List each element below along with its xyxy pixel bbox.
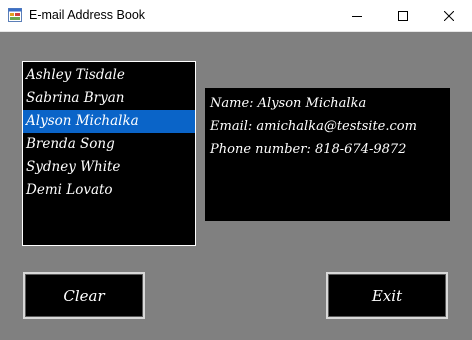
window-title: E-mail Address Book <box>29 8 146 22</box>
list-item-sabrina-bryan[interactable]: Sabrina Bryan <box>23 87 195 110</box>
contact-phone: Phone number: 818-674-9872 <box>210 142 407 157</box>
contacts-listbox[interactable]: Ashley Tisdale Sabrina Bryan Alyson Mich… <box>22 61 196 246</box>
contact-name: Name: Alyson Michalka <box>210 96 367 111</box>
list-item-brenda-song[interactable]: Brenda Song <box>23 133 195 156</box>
maximize-icon <box>398 11 408 21</box>
close-icon <box>444 11 454 21</box>
contact-details-panel: Name: Alyson Michalka Email: amichalka@t… <box>205 88 450 221</box>
minimize-icon <box>352 16 362 17</box>
list-item-alyson-michalka[interactable]: Alyson Michalka <box>23 110 195 133</box>
maximize-button[interactable] <box>380 0 426 32</box>
close-button[interactable] <box>426 0 472 32</box>
contact-email: Email: amichalka@testsite.com <box>210 119 417 134</box>
minimize-button[interactable] <box>334 0 380 32</box>
list-item-demi-lovato[interactable]: Demi Lovato <box>23 179 195 202</box>
app-icon <box>8 8 22 22</box>
clear-button[interactable]: Clear <box>23 272 145 319</box>
title-bar[interactable]: E-mail Address Book <box>0 0 472 32</box>
list-item-sydney-white[interactable]: Sydney White <box>23 156 195 179</box>
list-item-ashley-tisdale[interactable]: Ashley Tisdale <box>23 64 195 87</box>
exit-button[interactable]: Exit <box>326 272 448 319</box>
